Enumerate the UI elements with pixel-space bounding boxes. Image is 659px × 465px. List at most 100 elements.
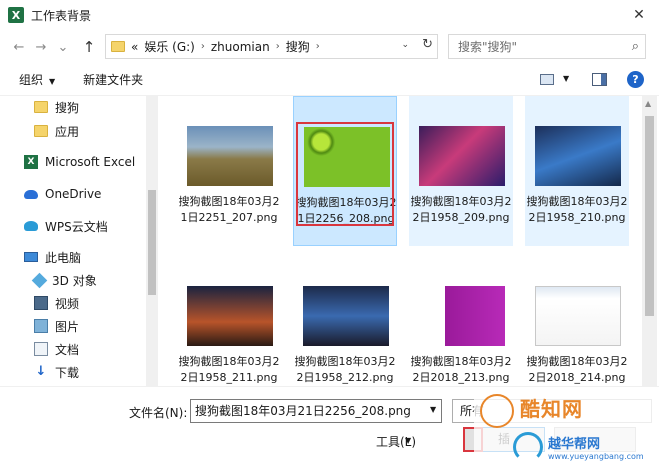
nav-item-label: 搜狗 <box>55 100 80 115</box>
file-item[interactable]: 搜狗截图18年03月22日2018_214.png <box>525 256 629 386</box>
file-item[interactable]: 搜狗截图18年03月22日1958_211.png <box>177 256 281 386</box>
file-item[interactable]: 搜狗截图18年03月22日1958_212.png <box>293 256 397 386</box>
address-row: ← → ⌄ ↑ « 娱乐 (G:) › zhuomian › 搜狗 › ⌄ ↻ … <box>0 30 659 64</box>
chevron-right-icon[interactable]: › <box>276 41 280 52</box>
navigation-pane: 搜狗 应用 X Microsoft Excel OneDrive WPS云文档 … <box>0 96 160 386</box>
nav-item-this-pc[interactable]: 此电脑 <box>24 246 81 268</box>
game-thumbnail <box>419 126 505 186</box>
nav-item-videos[interactable]: 视频 <box>34 292 79 314</box>
game-thumbnail <box>535 126 621 186</box>
file-name: 搜狗截图18年03月21日2251_207.png <box>178 195 280 224</box>
file-name: 搜狗截图18年03月22日2018_214.png <box>526 355 628 384</box>
folder-icon <box>34 125 48 137</box>
search-placeholder: 搜索"搜狗" <box>458 40 518 54</box>
nav-item-label: Microsoft Excel <box>45 155 136 169</box>
computer-icon <box>24 252 38 262</box>
folder-icon <box>34 101 48 113</box>
watermark-brand: 酷知网 <box>520 397 583 421</box>
title-bar: X 工作表背景 ✕ <box>0 0 659 30</box>
screenshot-thumbnail <box>535 286 621 346</box>
game-thumbnail <box>187 286 273 346</box>
nav-item-sogou[interactable]: 搜狗 <box>34 96 79 118</box>
window-title: 工作表背景 <box>31 8 92 23</box>
chevron-down-icon[interactable]: ⌄ <box>401 40 409 50</box>
file-name: 搜狗截图18年03月22日2018_213.png <box>410 355 512 384</box>
refresh-icon[interactable]: ↻ <box>422 37 433 52</box>
nav-item-label: 此电脑 <box>45 250 82 265</box>
nav-item-label: WPS云文档 <box>45 219 108 234</box>
download-icon: ↓ <box>35 364 47 379</box>
filename-label: 文件名(N): <box>129 406 188 420</box>
file-name: 搜狗截图18年03月22日1958_212.png <box>294 355 396 384</box>
documents-icon <box>34 342 48 356</box>
chevron-down-icon: ▼ <box>49 77 56 86</box>
breadcrumb-overflow[interactable]: « <box>131 40 138 54</box>
3d-objects-icon <box>31 272 48 288</box>
nav-item-pictures[interactable]: 图片 <box>34 315 79 337</box>
file-item[interactable]: 搜狗截图18年03月22日1958_209.png <box>409 96 513 246</box>
scroll-up-icon[interactable]: ▲ <box>645 99 651 108</box>
help-icon[interactable]: ? <box>627 71 644 88</box>
chevron-down-icon[interactable]: ▼ <box>405 436 411 445</box>
filename-input[interactable]: 搜狗截图18年03月21日2256_208.png <box>190 399 442 423</box>
wifi-icon <box>513 432 543 462</box>
breadcrumb-zhuomian[interactable]: zhuomian <box>211 40 270 54</box>
breadcrumb-drive[interactable]: 娱乐 (G:) <box>144 38 195 55</box>
excel-icon: X <box>24 155 38 169</box>
organize-button[interactable]: 组织 ▼ <box>19 71 55 88</box>
up-button[interactable]: ↑ <box>78 36 100 58</box>
address-bar[interactable]: « 娱乐 (G:) › zhuomian › 搜狗 › ⌄ ↻ <box>105 34 438 59</box>
chevron-down-icon[interactable]: ▼ <box>430 405 436 414</box>
wps-cloud-icon <box>24 221 38 231</box>
file-item[interactable]: 搜狗截图18年03月22日1958_210.png <box>525 96 629 246</box>
file-name: 搜狗截图18年03月22日1958_209.png <box>410 195 512 224</box>
nav-item-downloads[interactable]: ↓ 下载 <box>34 361 79 383</box>
nav-scrollbar-thumb[interactable] <box>148 190 156 295</box>
nav-item-wps-cloud[interactable]: WPS云文档 <box>24 215 108 237</box>
new-folder-button[interactable]: 新建文件夹 <box>83 71 143 88</box>
file-item[interactable]: 搜狗截图18年03月21日2251_207.png <box>177 96 281 246</box>
file-list-scrollbar-thumb[interactable] <box>645 116 654 316</box>
command-bar: 组织 ▼ 新建文件夹 ▼ ? <box>0 64 659 96</box>
nav-item-label: 应用 <box>55 124 80 139</box>
close-button[interactable]: ✕ <box>619 0 659 30</box>
preview-pane-icon[interactable] <box>592 73 607 86</box>
recent-locations-button[interactable]: ⌄ <box>52 36 74 58</box>
file-list: 搜狗截图18年03月21日2251_207.png 搜狗截图18年03月21日2… <box>162 96 642 386</box>
pictures-icon <box>34 319 48 333</box>
nav-item-label: 下载 <box>55 365 80 380</box>
back-button[interactable]: ← <box>8 36 30 58</box>
search-input[interactable]: 搜索"搜狗" ⌕ <box>448 34 646 59</box>
search-icon: ⌕ <box>631 39 639 54</box>
nav-item-label: 图片 <box>55 319 80 334</box>
nav-item-3d-objects[interactable]: 3D 对象 <box>31 269 97 291</box>
cloud-icon <box>24 189 38 199</box>
file-name: 搜狗截图18年03月22日1958_211.png <box>178 355 280 384</box>
chevron-right-icon[interactable]: › <box>316 41 320 52</box>
chevron-down-icon[interactable]: ▼ <box>563 74 569 83</box>
nav-item-documents[interactable]: 文档 <box>34 338 79 360</box>
landscape-thumbnail <box>187 126 273 186</box>
nav-item-label: OneDrive <box>45 187 102 201</box>
video-icon <box>34 296 48 310</box>
nav-item-onedrive[interactable]: OneDrive <box>24 183 101 205</box>
screenshot-thumbnail <box>419 286 505 346</box>
nav-item-label: 3D 对象 <box>52 273 97 288</box>
watermark-url: www.yueyangbang.com <box>548 452 644 461</box>
breadcrumb-sogou[interactable]: 搜狗 <box>286 38 310 55</box>
nav-item-excel[interactable]: X Microsoft Excel <box>24 151 135 173</box>
chevron-right-icon[interactable]: › <box>201 41 205 52</box>
nav-item-label: 文档 <box>55 342 80 357</box>
view-options-icon[interactable] <box>540 74 554 85</box>
nav-item-label: 视频 <box>55 296 80 311</box>
forward-button[interactable]: → <box>30 36 52 58</box>
excel-icon: X <box>8 7 24 23</box>
watermark-logo-icon <box>480 394 514 428</box>
nav-item-apps[interactable]: 应用 <box>34 120 79 142</box>
file-item[interactable]: 搜狗截图18年03月22日2018_213.png <box>409 256 513 386</box>
organize-label: 组织 <box>19 73 44 87</box>
game-thumbnail <box>303 286 389 346</box>
watermark-site-name: 越华帮网 <box>548 437 601 452</box>
annotation-highlight <box>296 122 394 226</box>
folder-icon <box>111 41 125 52</box>
